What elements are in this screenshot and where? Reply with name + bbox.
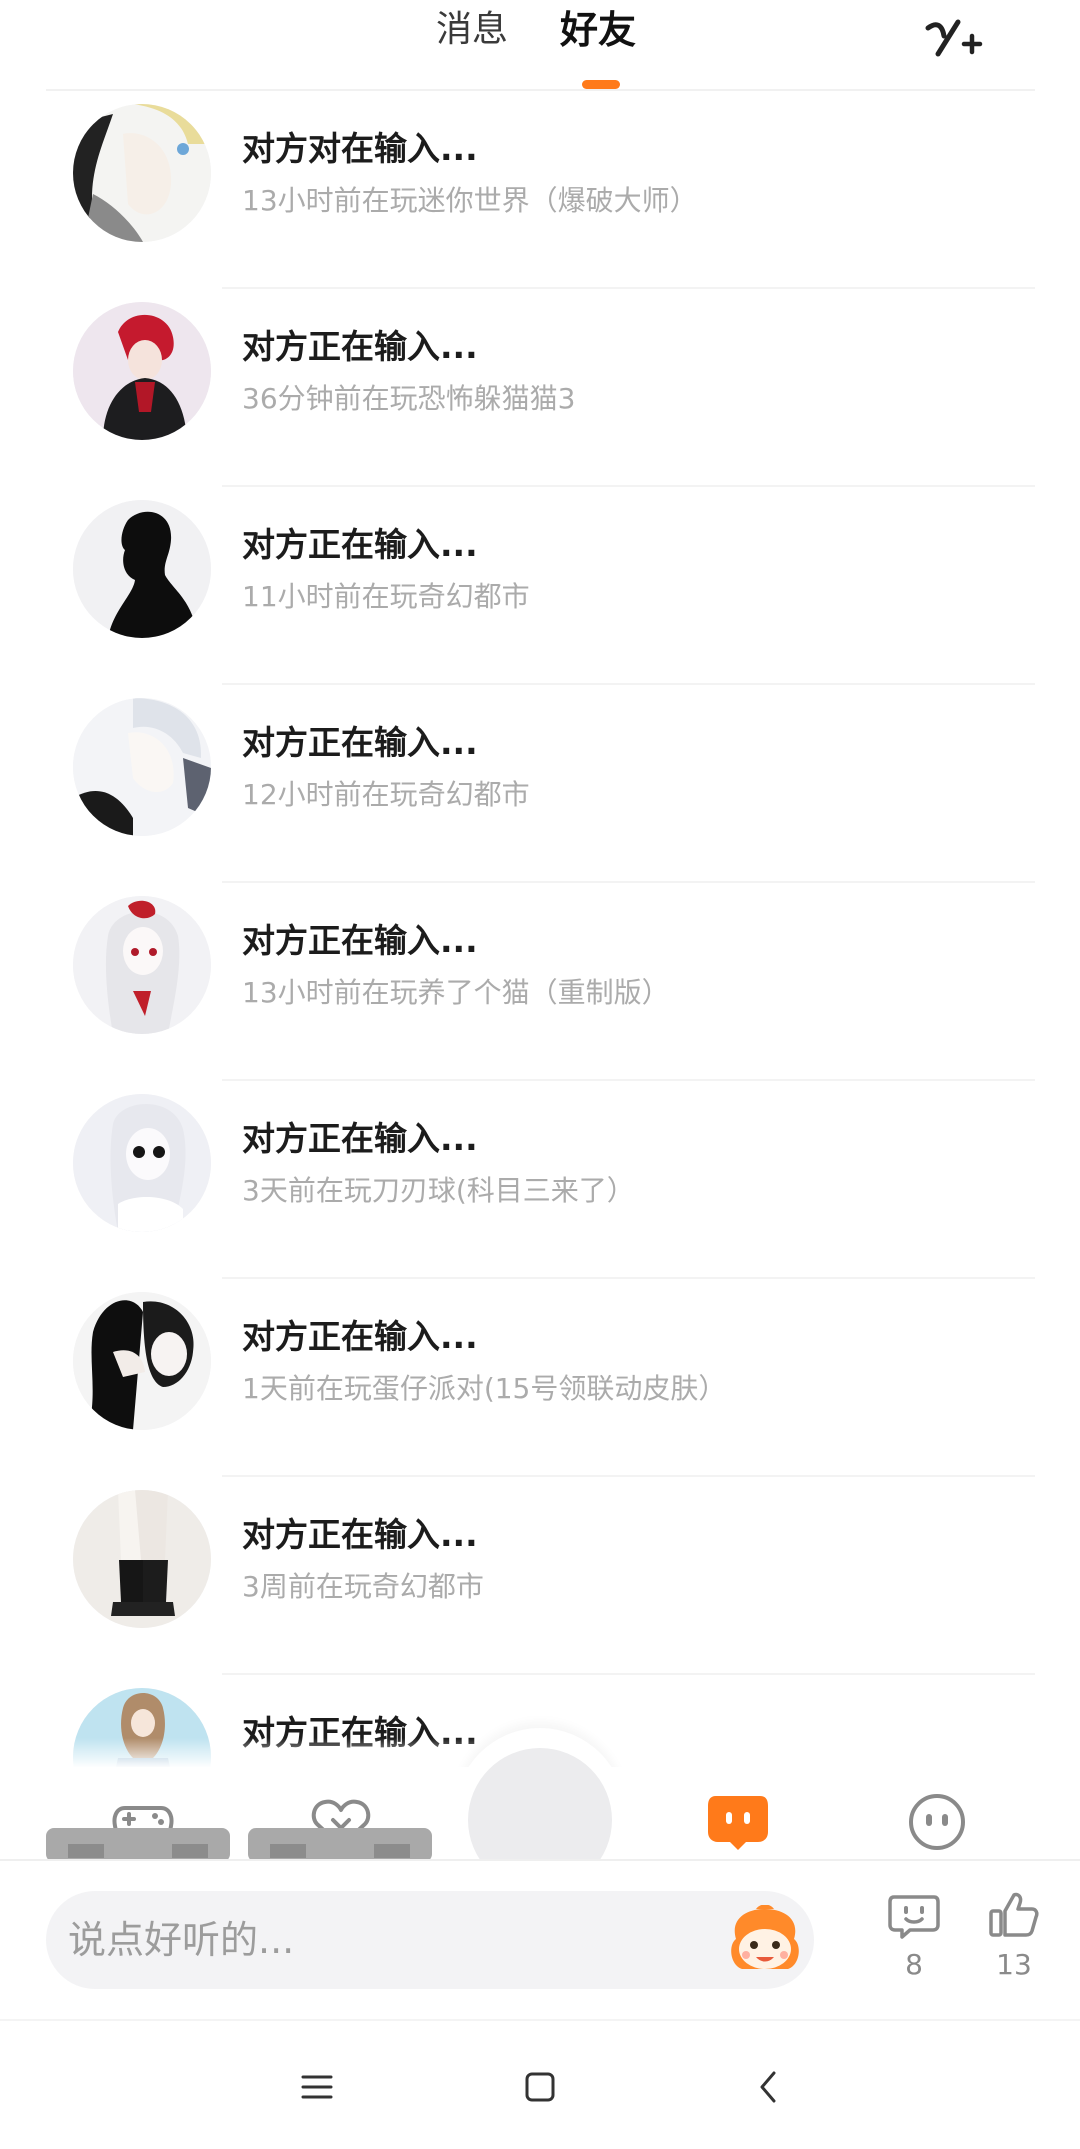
avatar[interactable] bbox=[73, 1490, 211, 1628]
back-icon bbox=[760, 2071, 776, 2103]
recent-apps-button[interactable] bbox=[291, 2061, 343, 2113]
dock-tray bbox=[248, 1828, 432, 1862]
comments-button[interactable]: 8 bbox=[879, 1889, 949, 1983]
top-tab-bar: 消息 好友 bbox=[0, 0, 1080, 91]
chat-bubble-icon bbox=[708, 1796, 768, 1850]
back-button[interactable] bbox=[742, 2061, 794, 2113]
friend-item[interactable]: 对方正在输入... 3天前在玩刀刃球(科目三来了） bbox=[0, 1081, 1080, 1279]
tab-messages[interactable]: 消息 bbox=[436, 6, 508, 54]
friend-status: 3周前在玩奇幻都市 bbox=[242, 1570, 484, 1603]
friend-name: 对方正在输入... bbox=[242, 525, 478, 564]
friend-name: 对方正在输入... bbox=[242, 327, 478, 366]
avatar[interactable] bbox=[73, 1094, 211, 1232]
friend-item[interactable]: 对方正在输入... 13小时前在玩养了个猫（重制版） bbox=[0, 883, 1080, 1081]
dock-tray bbox=[46, 1828, 230, 1862]
tab-friends[interactable]: 好友 bbox=[560, 6, 636, 54]
friend-list: 对方对在输入... 13小时前在玩迷你世界（爆破大师） 对方正在输入... 36… bbox=[0, 91, 1080, 1767]
avatar[interactable] bbox=[73, 104, 211, 242]
friend-name: 对方正在输入... bbox=[242, 723, 478, 762]
comment-count: 8 bbox=[905, 1948, 923, 1981]
friend-item[interactable]: 对方对在输入... 13小时前在玩迷你世界（爆破大师） bbox=[0, 91, 1080, 289]
friend-status: 12小时前在玩奇幻都市 bbox=[242, 778, 530, 811]
comment-icon bbox=[888, 1895, 940, 1939]
smiley-icon bbox=[909, 1794, 965, 1850]
friend-name: 对方正在输入... bbox=[242, 1515, 478, 1554]
avatar[interactable] bbox=[73, 500, 211, 638]
friend-item[interactable]: 对方正在输入... 36分钟前在玩恐怖躲猫猫3 bbox=[0, 289, 1080, 487]
friend-status: 3天前在玩刀刃球(科目三来了） bbox=[242, 1174, 635, 1207]
friend-status: 11小时前在玩奇幻都市 bbox=[242, 580, 530, 613]
friend-status: 13小时前在玩迷你世界（爆破大师） bbox=[242, 184, 698, 217]
home-button[interactable] bbox=[514, 2061, 566, 2113]
like-count: 13 bbox=[996, 1948, 1032, 1981]
add-friend-icon bbox=[925, 19, 983, 57]
menu-icon bbox=[301, 2075, 333, 2099]
thumbs-up-icon bbox=[989, 1892, 1039, 1937]
friend-name: 对方正在输入... bbox=[242, 921, 478, 960]
friend-name: 对方正在输入... bbox=[242, 1317, 478, 1356]
avatar[interactable] bbox=[73, 698, 211, 836]
friend-status: 36分钟前在玩恐怖躲猫猫3 bbox=[242, 382, 576, 415]
nav-chat-button[interactable] bbox=[706, 1790, 770, 1854]
nav-profile-button[interactable] bbox=[905, 1790, 969, 1854]
friend-item[interactable]: 对方正在输入... 1天前在玩蛋仔派对(15号领联动皮肤） bbox=[0, 1279, 1080, 1477]
comment-placeholder: 说点好听的... bbox=[68, 1918, 295, 1962]
friend-name: 对方对在输入... bbox=[242, 129, 478, 168]
friend-item[interactable]: 对方正在输入... 3周前在玩奇幻都市 bbox=[0, 1477, 1080, 1675]
friend-item[interactable]: 对方正在输入... 11小时前在玩奇幻都市 bbox=[0, 487, 1080, 685]
friend-status: 1天前在玩蛋仔派对(15号领联动皮肤） bbox=[242, 1372, 727, 1405]
friend-name: 对方正在输入... bbox=[242, 1119, 478, 1158]
like-button[interactable]: 13 bbox=[979, 1889, 1049, 1983]
add-friend-button[interactable] bbox=[924, 14, 984, 64]
friend-item[interactable]: 对方正在输入... 12小时前在玩奇幻都市 bbox=[0, 685, 1080, 883]
avatar[interactable] bbox=[73, 302, 211, 440]
comment-bar: 说点好听的... 8 13 bbox=[0, 1859, 1080, 2019]
comment-input[interactable]: 说点好听的... bbox=[46, 1891, 814, 1989]
active-tab-indicator bbox=[582, 80, 620, 89]
home-icon bbox=[525, 2072, 555, 2102]
mascot-icon[interactable] bbox=[726, 1905, 804, 1975]
avatar[interactable] bbox=[73, 1292, 211, 1430]
system-nav-bar bbox=[0, 2019, 1080, 2149]
avatar[interactable] bbox=[73, 896, 211, 1034]
friend-status: 13小时前在玩养了个猫（重制版） bbox=[242, 976, 670, 1009]
